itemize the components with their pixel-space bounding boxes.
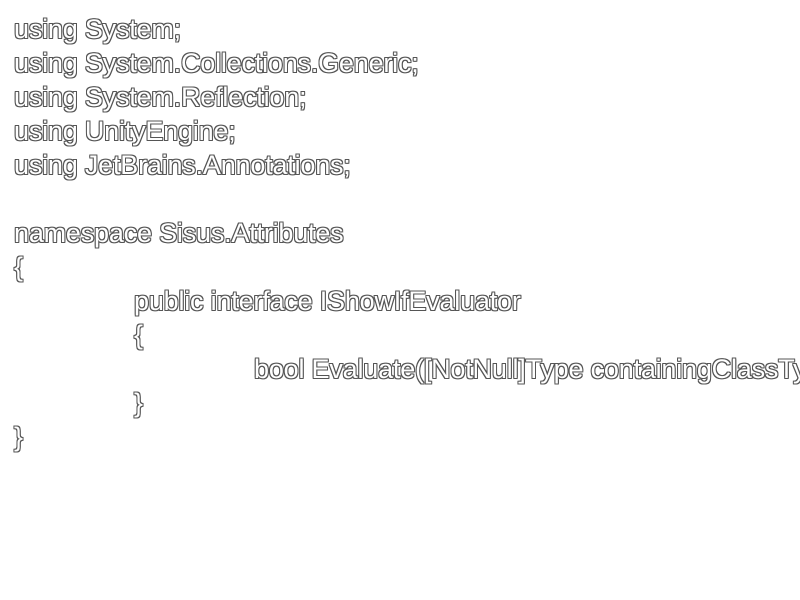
code-line-interface-close-brace: } xyxy=(134,388,143,418)
code-line-using-system: using System; xyxy=(14,14,181,44)
code-view[interactable]: using System; using System.Collections.G… xyxy=(0,0,800,600)
code-line-evaluate-method: bool Evaluate([NotNull]Type containingCl… xyxy=(254,354,800,384)
code-line-namespace-open-brace: { xyxy=(14,252,23,282)
code-line-using-reflection: using System.Reflection; xyxy=(14,82,307,112)
code-line-namespace: namespace Sisus.Attributes xyxy=(14,218,344,248)
code-line-interface-open-brace: { xyxy=(134,320,143,350)
code-line-using-collections-generic: using System.Collections.Generic; xyxy=(14,48,419,78)
code-line-interface-declaration: public interface IShowIfEvaluator xyxy=(134,286,521,316)
code-line-using-jetbrains-annotations: using JetBrains.Annotations; xyxy=(14,150,351,180)
code-line-namespace-close-brace: } xyxy=(14,422,23,452)
code-line-using-unityengine: using UnityEngine; xyxy=(14,116,236,146)
